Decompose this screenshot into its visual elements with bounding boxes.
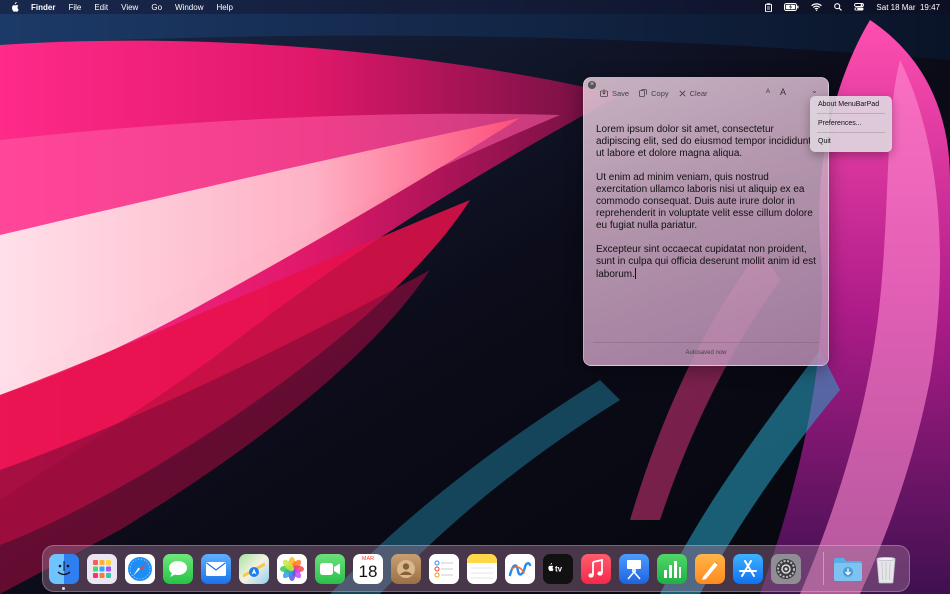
menubarpad-window: × Save Copy Clear A A ⌄ Lorem ipsum dolo… [583, 77, 829, 366]
contacts-icon[interactable] [391, 554, 421, 584]
clear-button[interactable]: Clear [679, 89, 708, 98]
decrease-font-button[interactable]: A [766, 89, 770, 95]
facetime-icon[interactable] [315, 554, 345, 584]
note-paragraph: Ut enim ad minim veniam, quis nostrud ex… [596, 172, 813, 231]
menu-file[interactable]: File [68, 3, 81, 12]
increase-font-button[interactable]: A [780, 87, 786, 97]
save-button[interactable]: Save [600, 89, 629, 98]
app-dropdown-menu: About MenuBarPad Preferences... Quit [810, 96, 892, 152]
apple-logo-icon[interactable] [10, 2, 19, 12]
menu-separator [817, 113, 885, 114]
note-toolbar: Save Copy Clear [600, 87, 718, 99]
control-center-icon[interactable] [854, 3, 865, 11]
text-caret [634, 268, 636, 279]
copy-button-label: Copy [651, 88, 669, 98]
menu-app-name[interactable]: Finder [31, 3, 55, 12]
chevron-down-icon[interactable]: ⌄ [811, 86, 818, 95]
calendar-day: 18 [358, 562, 378, 581]
menubar-datetime[interactable]: Sat 18 Mar 19:47 [876, 3, 940, 12]
save-icon [600, 89, 608, 97]
save-button-label: Save [612, 88, 630, 98]
pages-icon[interactable] [695, 554, 725, 584]
menu-item-quit[interactable]: Quit [818, 138, 831, 145]
clipboard-icon[interactable] [765, 2, 773, 12]
status-divider [593, 342, 819, 343]
menu-separator [817, 132, 885, 133]
dock: MAR 18 tv [42, 545, 910, 592]
dock-separator [823, 552, 824, 585]
close-icon[interactable]: × [588, 81, 596, 89]
menu-view[interactable]: View [121, 3, 138, 12]
maps-icon[interactable] [239, 554, 269, 584]
music-icon[interactable] [581, 554, 611, 584]
wifi-icon[interactable] [811, 3, 823, 11]
copy-button[interactable]: Copy [639, 89, 669, 98]
copy-icon [639, 89, 648, 97]
reminders-icon[interactable] [429, 554, 459, 584]
trash-icon[interactable] [871, 554, 901, 584]
apple-tv-icon[interactable]: tv [543, 554, 573, 584]
notes-header [467, 554, 497, 563]
system-settings-icon[interactable] [771, 554, 801, 584]
calendar-icon[interactable]: MAR 18 [353, 554, 383, 584]
menu-item-about[interactable]: About MenuBarPad [818, 101, 879, 108]
note-paragraph: Excepteur sint occaecat cupidatat non pr… [596, 244, 816, 280]
svg-text:tv: tv [555, 564, 563, 573]
menu-edit[interactable]: Edit [94, 3, 108, 12]
finder-icon[interactable] [49, 554, 79, 584]
menu-item-preferences[interactable]: Preferences... [818, 120, 862, 127]
launchpad-icon[interactable] [87, 554, 117, 584]
freeform-icon[interactable] [505, 554, 535, 584]
menu-help[interactable]: Help [216, 3, 232, 12]
numbers-icon[interactable] [657, 554, 687, 584]
menu-window[interactable]: Window [175, 3, 203, 12]
note-text-area[interactable]: Lorem ipsum dolor sit amet, consectetur … [596, 112, 818, 281]
autosave-status: Autosaved now [685, 350, 727, 356]
mail-icon[interactable] [201, 554, 231, 584]
spotlight-search-icon[interactable] [834, 3, 843, 11]
notes-icon[interactable] [467, 554, 497, 584]
clear-button-label: Clear [689, 88, 708, 98]
messages-icon[interactable] [163, 554, 193, 584]
keynote-icon[interactable] [619, 554, 649, 584]
photos-icon[interactable] [277, 554, 307, 584]
clear-x-icon [679, 89, 686, 97]
app-store-icon[interactable] [733, 554, 763, 584]
battery-charging-icon[interactable] [784, 3, 799, 11]
finder-running-indicator [62, 587, 65, 590]
menu-bar: Finder File Edit View Go Window Help Sat… [0, 0, 950, 14]
safari-icon[interactable] [125, 554, 155, 584]
downloads-folder-icon[interactable] [833, 554, 863, 584]
menu-go[interactable]: Go [151, 3, 162, 12]
note-paragraph: Lorem ipsum dolor sit amet, consectetur … [596, 124, 812, 159]
